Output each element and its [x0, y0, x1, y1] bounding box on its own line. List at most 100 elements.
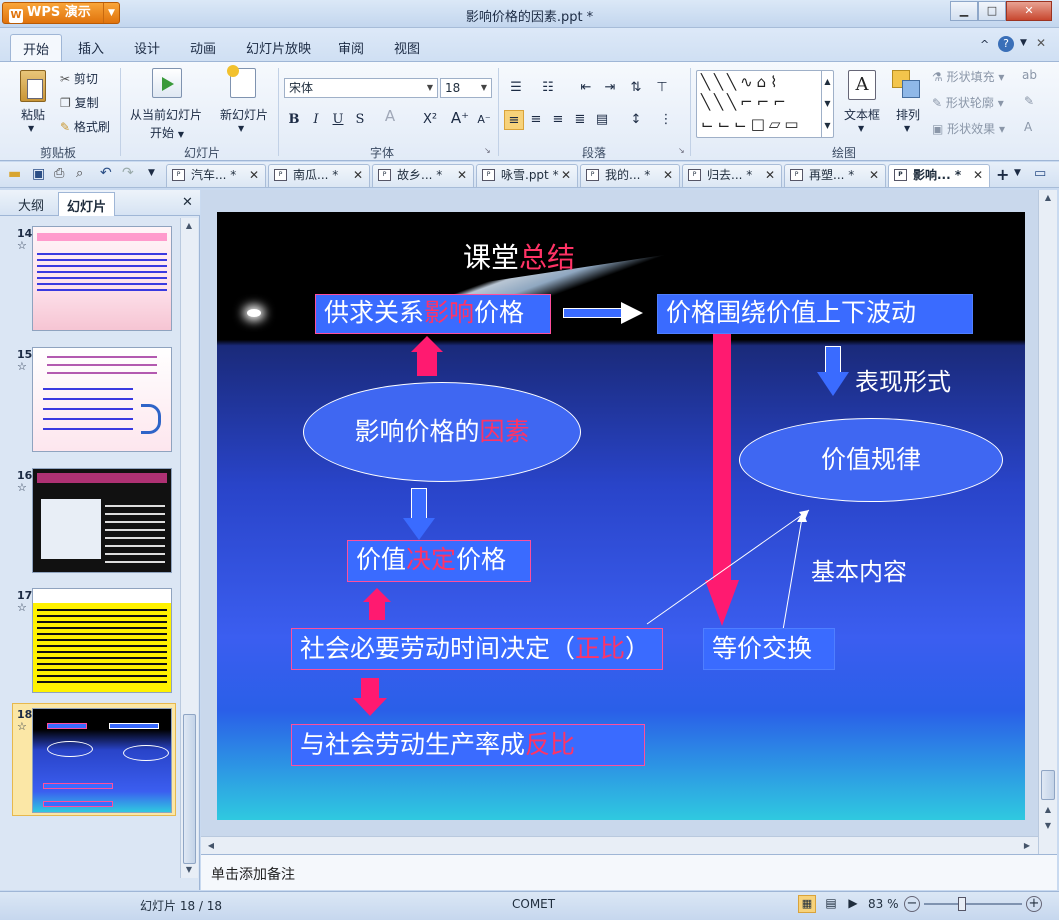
print-preview-icon[interactable]: ⌕: [76, 166, 83, 181]
undo-icon[interactable]: ↶: [100, 165, 112, 181]
grow-font-icon[interactable]: A⁺: [450, 108, 470, 128]
tab-close-icon[interactable]: ✕: [663, 165, 673, 186]
tab-close-icon[interactable]: ✕: [869, 165, 879, 186]
normal-view-icon[interactable]: ▦: [798, 895, 816, 913]
line-spacing-icon[interactable]: ↕: [626, 110, 646, 130]
superscript-icon[interactable]: X²: [420, 110, 440, 130]
align-text-icon[interactable]: ⊤: [652, 78, 672, 98]
distribute-icon[interactable]: ▤: [592, 110, 612, 130]
shapes-row-3[interactable]: ⌙⌙⌙□▱▭: [701, 115, 803, 133]
tab-close-icon[interactable]: ✕: [765, 165, 775, 186]
open-folder-icon[interactable]: ▬: [8, 166, 21, 182]
notes-placeholder[interactable]: 单击添加备注: [211, 864, 295, 884]
zoom-in-icon[interactable]: +: [1026, 896, 1042, 912]
wordart-fill-icon[interactable]: ab: [1022, 68, 1037, 82]
shape-effect-button[interactable]: ▣ 形状效果 ▾: [932, 120, 1005, 137]
tab-list-dropdown-icon[interactable]: ▼: [1014, 168, 1021, 178]
paste-label[interactable]: 粘贴: [21, 106, 45, 123]
redo-icon[interactable]: ↷: [122, 165, 134, 181]
underline-button[interactable]: U: [328, 110, 348, 130]
textbox-dropdown-icon[interactable]: ▼: [858, 124, 864, 133]
bold-button[interactable]: B: [284, 110, 304, 130]
shape-fill-button[interactable]: ⚗ 形状填充 ▾: [932, 68, 1004, 85]
zoom-out-icon[interactable]: −: [904, 896, 920, 912]
doc-tab[interactable]: P 南瓜... * ✕: [268, 164, 370, 187]
print-icon[interactable]: ⎙: [54, 166, 64, 181]
decrease-indent-icon[interactable]: ⇤: [576, 78, 596, 98]
play-from-current-icon[interactable]: [152, 68, 182, 98]
zoom-slider-thumb[interactable]: [958, 897, 966, 911]
tab-close-icon[interactable]: ✕: [353, 165, 363, 186]
zoom-slider[interactable]: [924, 903, 1022, 905]
tab-close-icon[interactable]: ✕: [249, 165, 259, 186]
from-current-slide-label[interactable]: 从当前幻灯片: [130, 106, 202, 123]
restore-button[interactable]: □: [978, 1, 1006, 21]
close-button[interactable]: ✕: [1006, 1, 1052, 21]
help-dropdown-icon[interactable]: ▼: [1020, 38, 1027, 48]
sorter-view-icon[interactable]: ▤: [822, 895, 840, 913]
paste-dropdown-icon[interactable]: ▼: [28, 124, 34, 133]
new-tab-icon[interactable]: +: [996, 165, 1009, 184]
font-dialog-icon[interactable]: ↘: [484, 146, 491, 155]
menu-slideshow[interactable]: 幻灯片放映: [246, 38, 311, 57]
new-slide-label[interactable]: 新幻灯片: [220, 106, 268, 123]
shape-outline-button[interactable]: ✎ 形状轮廓 ▾: [932, 94, 1004, 111]
font-name-combo[interactable]: 宋体 ▼: [284, 78, 438, 98]
slide-thumbnail-17[interactable]: [32, 588, 172, 693]
menu-home[interactable]: 开始: [10, 34, 63, 62]
slide-thumbnail-14[interactable]: [32, 226, 172, 331]
canvas-hscrollbar[interactable]: ◀ ▶: [201, 836, 1038, 854]
doc-tab[interactable]: P 归去... * ✕: [682, 164, 782, 187]
new-slide-icon[interactable]: [227, 65, 256, 98]
menu-insert[interactable]: 插入: [78, 38, 104, 57]
minimize-ribbon-icon[interactable]: ✕: [1036, 36, 1046, 50]
font-color-icon[interactable]: A: [380, 106, 400, 126]
canvas-scroll-thumb[interactable]: [1041, 770, 1055, 800]
help-icon[interactable]: ?: [998, 36, 1014, 52]
menu-review[interactable]: 审阅: [338, 38, 364, 57]
justify-icon[interactable]: ≣: [570, 110, 590, 130]
copy-button[interactable]: ❐ 复制: [60, 94, 99, 111]
format-painter-button[interactable]: ✎ 格式刷: [60, 118, 110, 135]
italic-button[interactable]: I: [306, 110, 326, 130]
cut-button[interactable]: ✂ 剪切: [60, 70, 98, 87]
doc-tab[interactable]: P 再塑... * ✕: [784, 164, 886, 187]
minimize-button[interactable]: ▁: [950, 1, 978, 21]
doc-tab[interactable]: P 汽车... * ✕: [166, 164, 266, 187]
save-icon[interactable]: ▣: [32, 166, 45, 182]
text-direction-icon[interactable]: ⇅: [626, 78, 646, 98]
menu-view[interactable]: 视图: [394, 38, 420, 57]
slide-editor[interactable]: 课堂总结 供求关系影响价格 价格围绕价值上下波动 影响价格的因素 表现形式 价值…: [217, 212, 1025, 820]
panel-close-icon[interactable]: ✕: [182, 195, 193, 210]
paste-icon[interactable]: [20, 70, 46, 102]
slide-thumbnail-16[interactable]: [32, 468, 172, 573]
window-layout-icon[interactable]: ▭: [1034, 166, 1046, 181]
tab-slides[interactable]: 幻灯片: [58, 192, 116, 216]
shapes-scroll[interactable]: ▲ ▼ ▼: [821, 71, 833, 137]
arrange-dropdown-icon[interactable]: ▼: [904, 124, 910, 133]
tab-outline[interactable]: 大纲: [18, 195, 44, 214]
shapes-row-1[interactable]: ╲╲╲∿⌂⌇: [701, 73, 782, 91]
tab-close-icon[interactable]: ✕: [561, 165, 571, 186]
menu-design[interactable]: 设计: [134, 38, 160, 57]
new-slide-dropdown-icon[interactable]: ▼: [238, 124, 244, 133]
arrange-icon[interactable]: [892, 70, 920, 100]
align-left-icon[interactable]: ≡: [504, 110, 524, 130]
slide-thumbnail-18[interactable]: [32, 708, 172, 813]
collapse-ribbon-icon[interactable]: ^: [980, 38, 989, 51]
align-center-icon[interactable]: ≡: [526, 110, 546, 130]
strike-button[interactable]: S: [350, 110, 370, 130]
wordart-outline-icon[interactable]: ✎: [1024, 94, 1034, 108]
panel-scroll-thumb[interactable]: [183, 714, 196, 864]
slide-thumbnail-15[interactable]: [32, 347, 172, 452]
increase-indent-icon[interactable]: ⇥: [600, 78, 620, 98]
scroll-page-up-icon[interactable]: ▲: [1040, 802, 1056, 818]
textbox-icon[interactable]: A: [848, 70, 876, 100]
notes-pane[interactable]: 单击添加备注: [201, 854, 1057, 890]
scroll-down-icon[interactable]: ▼: [181, 862, 197, 878]
quick-access-dropdown-icon[interactable]: ▼: [148, 168, 155, 178]
wordart-effect-icon[interactable]: A: [1024, 120, 1032, 134]
canvas-vscrollbar[interactable]: ▲ ▲ ▼: [1038, 190, 1057, 854]
scroll-up-icon[interactable]: ▲: [1040, 190, 1056, 206]
doc-tab[interactable]: P 故乡... * ✕: [372, 164, 474, 187]
